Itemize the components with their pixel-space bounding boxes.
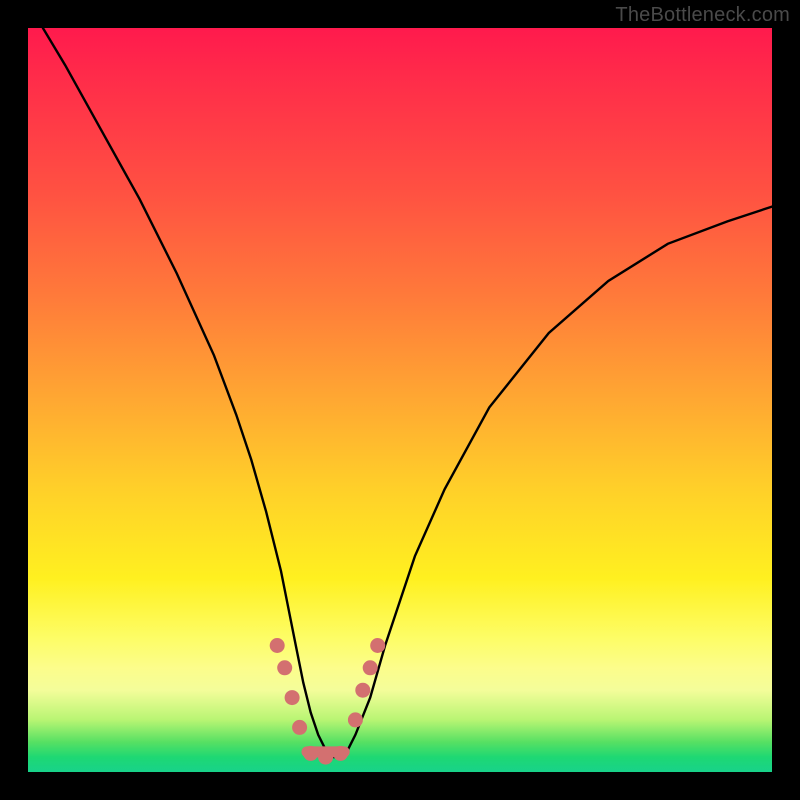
- highlight-marker: [285, 690, 300, 705]
- bottleneck-curve: [43, 28, 772, 757]
- highlight-marker: [292, 720, 307, 735]
- highlight-marker: [333, 746, 348, 761]
- highlight-marker: [318, 750, 333, 765]
- highlight-marker: [303, 746, 318, 761]
- highlight-marker: [277, 660, 292, 675]
- plot-area: [28, 28, 772, 772]
- watermark-text: TheBottleneck.com: [615, 4, 790, 27]
- highlight-marker: [370, 638, 385, 653]
- highlight-marker: [270, 638, 285, 653]
- highlight-marker: [348, 712, 363, 727]
- chart-frame: TheBottleneck.com: [0, 0, 800, 800]
- highlight-marker: [363, 660, 378, 675]
- curve-layer: [28, 28, 772, 772]
- highlight-marker: [355, 683, 370, 698]
